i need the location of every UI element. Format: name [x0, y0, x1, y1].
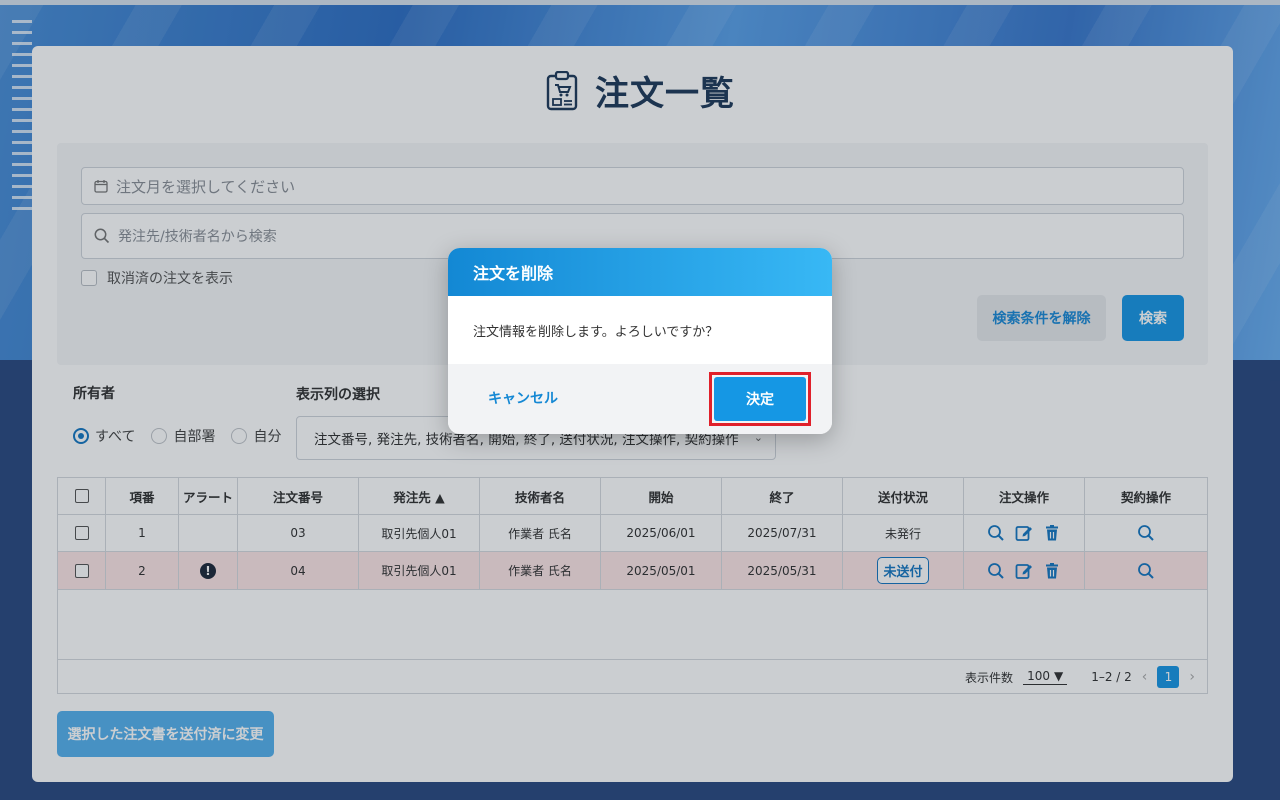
dialog-message: 注文情報を削除します。よろしいですか？ [473, 324, 719, 340]
dialog-footer: キャンセル 決定 [448, 364, 832, 434]
delete-order-dialog: 注文を削除 注文情報を削除します。よろしいですか？ キャンセル 決定 [448, 248, 832, 434]
dialog-title: 注文を削除 [448, 248, 832, 296]
confirm-highlight-frame: 決定 [709, 372, 811, 426]
cancel-button[interactable]: キャンセル [488, 388, 558, 408]
confirm-button[interactable]: 決定 [714, 377, 806, 421]
